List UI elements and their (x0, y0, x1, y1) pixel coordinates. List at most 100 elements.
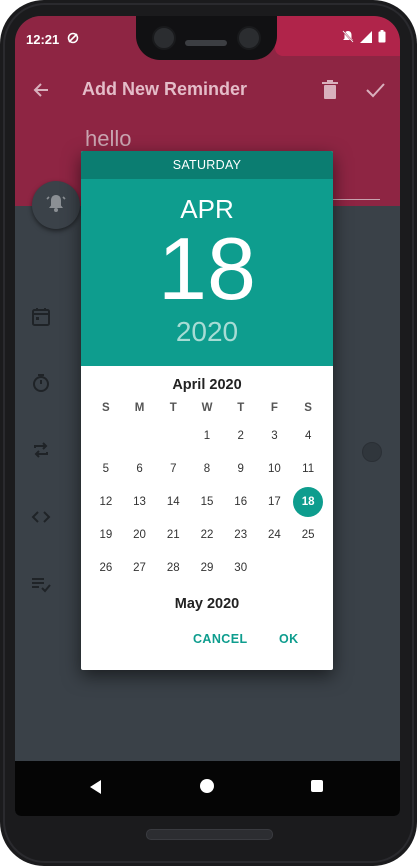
calendar-day[interactable]: 8 (190, 452, 224, 485)
calendar-day[interactable]: 11 (291, 452, 325, 485)
calendar-day[interactable]: 17 (258, 485, 292, 518)
selected-day[interactable]: 18 (81, 225, 333, 313)
date-picker-dialog: SATURDAY APR 18 2020 April 2020 S M T W … (81, 151, 333, 670)
calendar-day-selected[interactable]: 18 (291, 485, 325, 518)
weekday-label: F (270, 402, 278, 414)
calendar-day-number: 29 (200, 561, 214, 574)
calendar-days-grid: 1 2 3 4 5 6 7 8 9 10 11 12 13 14 15 16 17 18 19 20 21 22 23 24 2… (89, 419, 325, 584)
calendar-day[interactable]: 13 (123, 485, 157, 518)
signal-icon (360, 30, 372, 46)
phone-frame: 12:21 Add New Reminder hello SATURDAY AP… (0, 0, 417, 866)
selected-year[interactable]: 2020 (81, 316, 333, 348)
calendar-day-number: 11 (302, 462, 315, 475)
bell-off-icon (342, 30, 354, 46)
cancel-button[interactable]: CANCEL (193, 632, 247, 646)
alarm-icon (45, 192, 67, 219)
calendar-day-number: 5 (102, 462, 110, 475)
calendar-day[interactable]: 22 (190, 518, 224, 551)
calendar-day-number: 25 (301, 528, 315, 541)
calendar-day[interactable]: 19 (89, 518, 123, 551)
checklist-icon[interactable] (30, 573, 52, 595)
calendar-day[interactable]: 9 (224, 452, 258, 485)
weekday-label: S (102, 402, 110, 414)
nav-recents-icon[interactable] (311, 780, 323, 792)
calendar-blank-cell (89, 419, 123, 452)
screen: 12:21 Add New Reminder hello SATURDAY AP… (15, 16, 400, 816)
bottom-speaker-grille (146, 829, 273, 840)
nav-home-icon[interactable] (200, 779, 214, 793)
calendar-day[interactable]: 1 (190, 419, 224, 452)
calendar-day[interactable]: 3 (258, 419, 292, 452)
camera-notch (136, 16, 277, 60)
calendar-day-number: 7 (170, 462, 177, 475)
calendar-day-number: 19 (99, 528, 113, 541)
alarm-fab-button[interactable] (32, 181, 80, 229)
calendar-day[interactable]: 26 (89, 551, 123, 584)
calendar-day-number: 27 (133, 561, 146, 574)
calendar-day[interactable]: 20 (123, 518, 157, 551)
ok-button[interactable]: OK (279, 632, 299, 646)
status-icons (342, 30, 386, 46)
calendar-day[interactable]: 15 (190, 485, 224, 518)
page-title: Add New Reminder (82, 79, 248, 99)
weekday-label: M (134, 402, 145, 414)
toggle-switch[interactable] (362, 442, 382, 462)
calendar-day-number: 15 (200, 495, 214, 508)
battery-icon (378, 30, 386, 46)
calendar-day-number: 4 (304, 429, 312, 442)
calendar-day-number: 24 (268, 528, 281, 541)
repeat-icon[interactable] (30, 439, 52, 461)
calendar-day[interactable]: 27 (123, 551, 157, 584)
arrow-back-icon[interactable] (30, 79, 52, 101)
system-nav-bar (15, 761, 400, 816)
weekday-label: S (304, 402, 312, 414)
timer-icon[interactable] (30, 372, 52, 394)
weekday-label: T (169, 402, 177, 414)
calendar-day[interactable]: 29 (190, 551, 224, 584)
next-month-title: May 2020 (174, 596, 240, 612)
calendar-day[interactable]: 24 (258, 518, 292, 551)
code-icon[interactable] (30, 506, 52, 528)
date-header: APR 18 2020 (81, 179, 333, 366)
calendar-day[interactable]: 14 (156, 485, 190, 518)
dialog-actions: CANCEL OK (81, 620, 333, 670)
calendar-day[interactable]: 12 (89, 485, 123, 518)
calendar-day-number: 13 (133, 495, 146, 508)
weekday-label: W (201, 402, 213, 414)
front-camera (152, 26, 176, 50)
reminder-title-input[interactable]: hello (85, 126, 131, 152)
calendar-day[interactable]: 16 (224, 485, 258, 518)
calendar-day[interactable]: 2 (224, 419, 258, 452)
calendar-day-number: 12 (99, 495, 113, 508)
calendar-day-number: 22 (200, 528, 214, 541)
delete-icon[interactable] (320, 79, 340, 101)
check-icon[interactable] (364, 79, 386, 101)
front-sensor (237, 26, 261, 50)
calendar-day-number: 10 (268, 462, 281, 475)
calendar-day[interactable]: 25 (291, 518, 325, 551)
calendar-day-number: 23 (234, 528, 248, 541)
weekday-header: SATURDAY (81, 151, 333, 179)
nav-back-icon[interactable] (87, 778, 105, 796)
calendar-day[interactable]: 6 (123, 452, 157, 485)
calendar-blank-cell (123, 419, 157, 452)
weekday-row: S M T W T F S (89, 402, 325, 414)
weekday-label: T (237, 402, 245, 414)
calendar-icon[interactable] (30, 306, 52, 328)
calendar-day[interactable]: 5 (89, 452, 123, 485)
calendar-day-number: 30 (234, 561, 248, 574)
calendar-day-number: 16 (234, 495, 248, 508)
calendar-day-number: 14 (166, 495, 180, 508)
calendar-day[interactable]: 4 (291, 419, 325, 452)
calendar-day-number: 2 (237, 429, 244, 442)
calendar-day[interactable]: 10 (258, 452, 292, 485)
calendar-day[interactable]: 21 (156, 518, 190, 551)
calendar-day[interactable]: 30 (224, 551, 258, 584)
calendar-day[interactable]: 23 (224, 518, 258, 551)
calendar-day[interactable]: 7 (156, 452, 190, 485)
calendar-day-number: 17 (268, 495, 281, 508)
calendar-day-number: 18 (293, 486, 324, 517)
calendar-day-number: 6 (136, 462, 143, 475)
calendar-day-number: 26 (99, 561, 113, 574)
calendar-day[interactable]: 28 (156, 551, 190, 584)
